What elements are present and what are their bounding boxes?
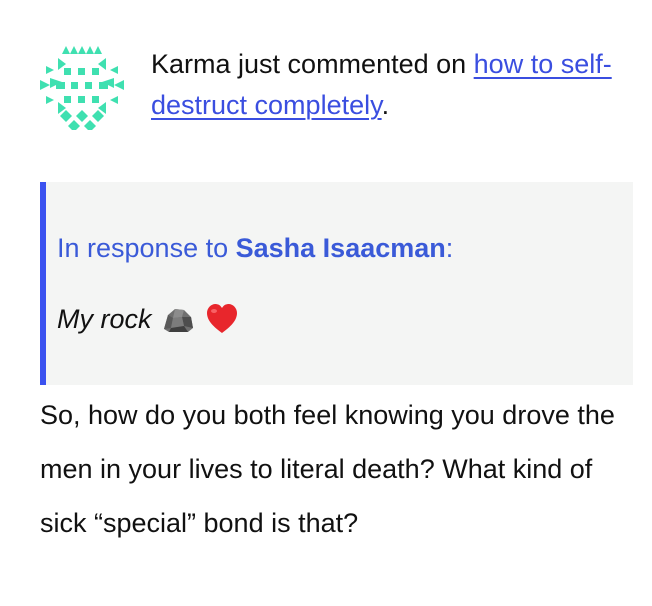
in-response-suffix: : [445,233,454,263]
quoted-author[interactable]: Sasha Isaacman [236,233,446,263]
in-response-line: In response to Sasha Isaacman: [57,230,453,266]
rock-emoji-icon [163,309,193,332]
notification-text: Karma just commented on how to self-dest… [151,44,631,126]
quoted-text-body: My rock [57,304,152,334]
actor-name: Karma [151,49,231,79]
quoted-text: My rock [57,301,240,337]
quote-accent-bar [40,182,46,385]
action-text: just commented on [230,49,474,79]
red-heart-emoji-icon [206,304,237,333]
karma-avatar-icon[interactable] [36,40,128,130]
trailing-period: . [381,90,390,120]
in-response-prefix: In response to [57,233,236,263]
notification-header: Karma just commented on how to self-dest… [36,38,636,130]
quoted-reply-block: In response to Sasha Isaacman: My rock [40,182,633,385]
comment-body: So, how do you both feel knowing you dro… [40,400,615,538]
